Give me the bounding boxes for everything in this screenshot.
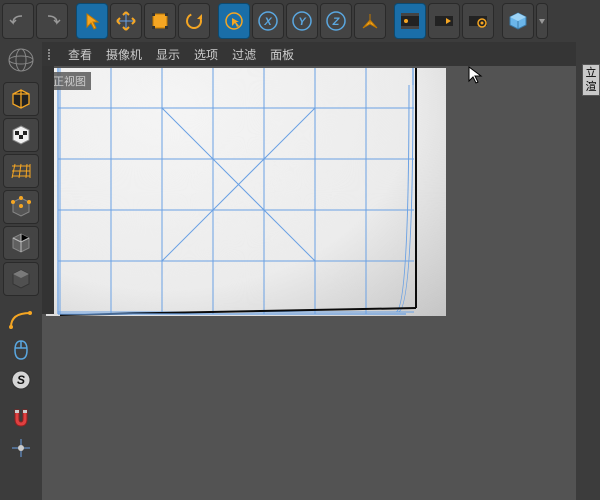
rotate-tool-button[interactable]	[178, 3, 210, 39]
rmenu-item-1[interactable]: 立	[584, 66, 598, 80]
top-toolbar: X Y Z	[0, 0, 600, 42]
point-mode-button[interactable]	[3, 190, 39, 224]
menu-view[interactable]: 查看	[68, 46, 92, 63]
right-toolbar	[576, 42, 600, 500]
menu-panel[interactable]: 面板	[270, 46, 294, 63]
viewport[interactable]: 正视图	[42, 66, 576, 500]
render-settings-button[interactable]	[462, 3, 494, 39]
origin-tool-button[interactable]	[3, 434, 39, 462]
display-dropdown-button[interactable]	[536, 3, 548, 39]
rmenu-item-2[interactable]: 渲	[584, 80, 598, 94]
poly-mode-button[interactable]	[3, 262, 39, 296]
mouse-tool-button[interactable]	[3, 336, 39, 364]
undo-button[interactable]	[2, 3, 34, 39]
bezier-tool-button[interactable]	[3, 306, 39, 334]
wireframe-overlay	[46, 68, 446, 318]
menu-display[interactable]: 显示	[156, 46, 180, 63]
axis-y-button[interactable]: Y	[286, 3, 318, 39]
s-tool-button[interactable]: S	[3, 366, 39, 394]
select-tool-button[interactable]	[76, 3, 108, 39]
svg-text:S: S	[17, 373, 25, 387]
render-frame-button[interactable]	[394, 3, 426, 39]
live-select-button[interactable]	[218, 3, 250, 39]
menu-filter[interactable]: 过滤	[232, 46, 256, 63]
viewport-gutter	[42, 66, 54, 314]
viewport-menubar: 查看 摄像机 显示 选项 过滤 面板	[42, 42, 576, 66]
render-range-button[interactable]	[428, 3, 460, 39]
left-toolbar: S	[0, 42, 42, 500]
right-popup-menu[interactable]: 立 渲	[582, 64, 600, 96]
scale-tool-button[interactable]	[144, 3, 176, 39]
menu-options[interactable]: 选项	[194, 46, 218, 63]
floor-grid-button[interactable]	[3, 154, 39, 188]
svg-text:Y: Y	[298, 16, 307, 28]
display-shading-button[interactable]	[502, 3, 534, 39]
menubar-grip-icon	[48, 49, 50, 60]
axis-z-button[interactable]: Z	[320, 3, 352, 39]
move-tool-button[interactable]	[110, 3, 142, 39]
menu-camera[interactable]: 摄像机	[106, 46, 142, 63]
svg-text:X: X	[263, 16, 272, 28]
grid-surface	[46, 68, 446, 316]
edge-mode-button[interactable]	[3, 226, 39, 260]
axis-x-button[interactable]: X	[252, 3, 284, 39]
model-mode-button[interactable]	[3, 82, 39, 116]
texture-mode-button[interactable]	[3, 118, 39, 152]
redo-button[interactable]	[36, 3, 68, 39]
snap-magnet-button[interactable]	[3, 404, 39, 432]
svg-text:Z: Z	[332, 16, 341, 28]
globe-icon[interactable]	[3, 44, 39, 76]
viewport-label: 正视图	[48, 72, 91, 90]
coord-system-button[interactable]	[354, 3, 386, 39]
